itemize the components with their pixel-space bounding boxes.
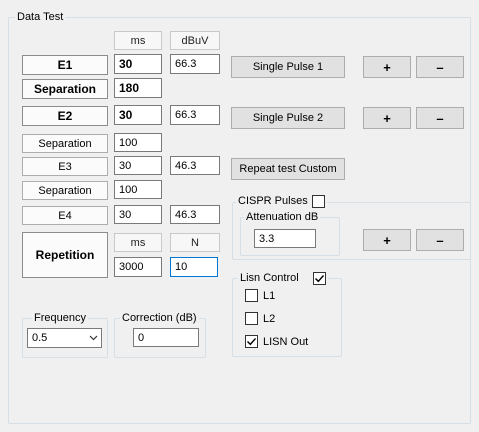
cispr-pulses-label: CISPR Pulses xyxy=(238,195,308,207)
lisn-l1-checkbox[interactable] xyxy=(245,289,258,302)
repetition-ms-input[interactable]: 3000 xyxy=(114,257,162,277)
e1-ms-input[interactable]: 30 xyxy=(114,54,162,74)
check-icon xyxy=(247,338,257,346)
repeat-test-custom-button[interactable]: Repeat test Custom xyxy=(231,158,345,180)
separation-1-ms-input[interactable]: 180 xyxy=(114,78,162,98)
lisn-out-label: LISN Out xyxy=(263,336,309,348)
e2-minus-button[interactable]: – xyxy=(416,107,464,129)
e4-dbuv-input[interactable]: 46.3 xyxy=(170,205,220,224)
cispr-pulses-legend: CISPR Pulses xyxy=(236,195,327,208)
repetition-header-ms: ms xyxy=(114,233,162,252)
e3-label: E3 xyxy=(22,157,108,176)
lisn-l1-label: L1 xyxy=(263,290,276,302)
separation-3-ms-input[interactable]: 100 xyxy=(114,180,162,199)
frequency-select[interactable]: 0.5 xyxy=(27,328,102,348)
cispr-minus-button[interactable]: – xyxy=(416,229,464,251)
lisn-l2-checkbox[interactable] xyxy=(245,312,258,325)
repetition-label: Repetition xyxy=(22,232,108,278)
frequency-label: Frequency xyxy=(32,312,88,325)
single-pulse-2-button[interactable]: Single Pulse 2 xyxy=(231,107,345,129)
lisn-l2-label: L2 xyxy=(263,313,276,325)
e2-dbuv-input[interactable]: 66.3 xyxy=(170,105,220,125)
e1-plus-button[interactable]: + xyxy=(363,56,411,78)
attenuation-input[interactable]: 3.3 xyxy=(254,229,316,248)
separation-2-ms-input[interactable]: 100 xyxy=(114,133,162,152)
cispr-pulses-checkbox[interactable] xyxy=(311,195,325,208)
chevron-down-icon xyxy=(89,335,98,341)
lisn-control-legend: Lisn Control xyxy=(238,272,328,285)
e1-label: E1 xyxy=(22,55,108,75)
header-dbuv: dBuV xyxy=(170,31,220,50)
frequency-value: 0.5 xyxy=(32,332,48,344)
repetition-n-input[interactable]: 10 xyxy=(170,257,218,277)
e2-plus-button[interactable]: + xyxy=(363,107,411,129)
attenuation-label: Attenuation dB xyxy=(244,211,321,224)
e4-ms-input[interactable]: 30 xyxy=(114,205,162,224)
separation-1-label: Separation xyxy=(22,79,108,99)
e2-ms-input[interactable]: 30 xyxy=(114,105,162,125)
e3-ms-input[interactable]: 30 xyxy=(114,156,162,175)
e4-label: E4 xyxy=(22,206,108,225)
correction-input[interactable]: 0 xyxy=(133,328,199,347)
lisn-control-label: Lisn Control xyxy=(240,272,299,284)
single-pulse-1-button[interactable]: Single Pulse 1 xyxy=(231,56,345,78)
repetition-header-n: N xyxy=(170,233,220,252)
e2-label: E2 xyxy=(22,106,108,126)
lisn-out-checkbox[interactable] xyxy=(245,335,258,348)
lisn-control-checkbox[interactable] xyxy=(312,272,326,285)
separation-2-label: Separation xyxy=(22,134,108,153)
e1-minus-button[interactable]: – xyxy=(416,56,464,78)
correction-label: Correction (dB) xyxy=(120,312,199,325)
cispr-plus-button[interactable]: + xyxy=(363,229,411,251)
separation-3-label: Separation xyxy=(22,181,108,200)
check-icon xyxy=(314,275,324,283)
header-ms: ms xyxy=(114,31,162,50)
data-test-group-title: Data Test xyxy=(15,11,66,24)
e3-dbuv-input[interactable]: 46.3 xyxy=(170,156,220,175)
e1-dbuv-input[interactable]: 66.3 xyxy=(170,54,220,74)
